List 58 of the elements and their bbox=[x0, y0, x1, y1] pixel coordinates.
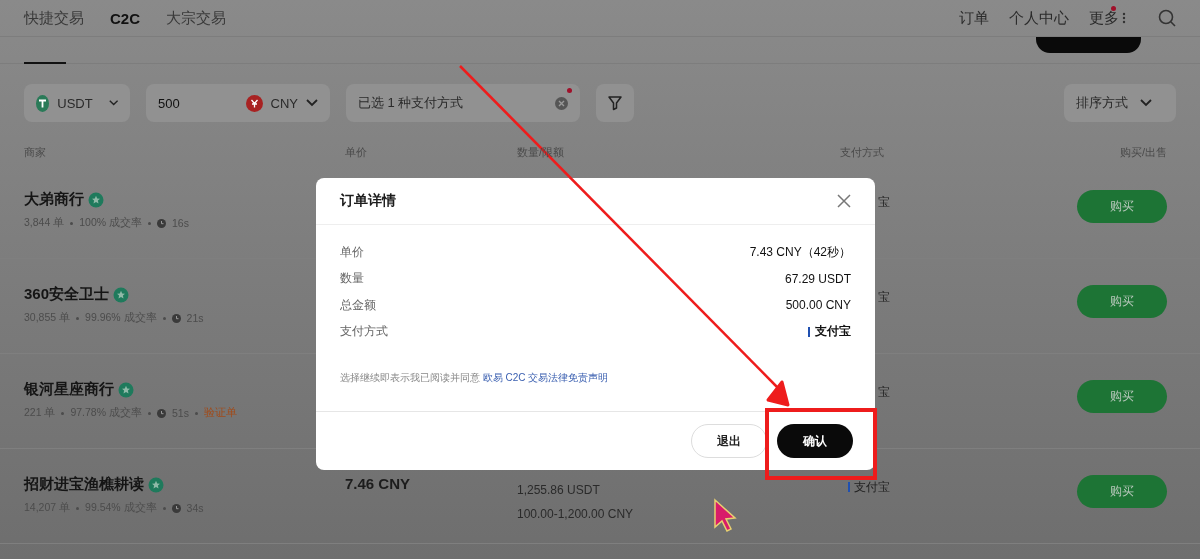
cursor-icon bbox=[713, 498, 737, 532]
dialog-title: 订单详情 bbox=[340, 192, 396, 210]
limit: 100.00-1,200.00 CNY bbox=[517, 507, 635, 521]
fiat-dropdown[interactable]: CNY bbox=[270, 95, 318, 111]
buy-button[interactable]: 购买 bbox=[1077, 285, 1167, 318]
crypto-dropdown[interactable]: USDT bbox=[24, 84, 130, 122]
chevron-down-icon bbox=[108, 99, 118, 107]
nav-link[interactable]: 个人中心 bbox=[1009, 8, 1069, 28]
merchant-name[interactable]: 招财进宝渔樵耕读 bbox=[24, 475, 144, 494]
field-label: 支付方式 bbox=[340, 323, 388, 341]
nav-tab[interactable]: C2C bbox=[110, 9, 140, 27]
confirm-button[interactable]: 确认 bbox=[777, 424, 853, 458]
action-button[interactable] bbox=[1036, 37, 1141, 53]
field-value: 67.29 USDT bbox=[784, 271, 851, 286]
field-value: 7.43 CNY（42秒） bbox=[749, 243, 851, 261]
unit-price: 7.46 CNY bbox=[345, 474, 411, 492]
quantity: 1,255.86 USDT bbox=[517, 483, 601, 497]
disclaimer-text: 选择继续即表示我已阅读并同意 欧易 C2C 交易法律免责声明 bbox=[340, 372, 609, 383]
nav-link[interactable]: 订单 bbox=[959, 8, 989, 28]
chevron-down-icon bbox=[1140, 99, 1152, 107]
chevron-down-icon bbox=[306, 99, 318, 107]
payment-method: 宝 bbox=[878, 193, 890, 211]
filter-button[interactable] bbox=[596, 84, 634, 122]
nav-tab[interactable]: 快捷交易 bbox=[24, 8, 84, 28]
payment-method: 宝 bbox=[878, 288, 890, 306]
field-label: 单价 bbox=[340, 243, 364, 261]
field-value: 500.00 CNY bbox=[785, 298, 851, 313]
merchant-name[interactable]: 大弟商行 bbox=[24, 190, 84, 209]
buy-button[interactable]: 购买 bbox=[1077, 475, 1167, 508]
tab-indicator bbox=[24, 62, 66, 64]
sort-dropdown[interactable]: 排序方式 bbox=[1064, 84, 1176, 122]
close-button[interactable] bbox=[837, 194, 851, 208]
payment-method: 宝 bbox=[878, 383, 890, 401]
payment-method: 支付宝 bbox=[854, 478, 890, 496]
field-label: 总金额 bbox=[340, 296, 376, 314]
buy-button[interactable]: 购买 bbox=[1077, 380, 1167, 413]
more-icon bbox=[1122, 12, 1126, 24]
clock-icon bbox=[171, 503, 181, 513]
merchant-name[interactable]: 360安全卫士 bbox=[24, 285, 110, 304]
tether-icon bbox=[36, 94, 50, 112]
amount-field[interactable]: 500 CNY bbox=[146, 84, 330, 122]
disclaimer-link[interactable]: 欧易 C2C 交易法律免责声明 bbox=[482, 372, 609, 383]
field-value: 支付宝 bbox=[815, 323, 851, 341]
payment-filter[interactable]: 已选 1 种支付方式 bbox=[346, 84, 580, 122]
yuan-icon bbox=[245, 94, 263, 112]
nav-tab[interactable]: 大宗交易 bbox=[166, 8, 226, 28]
exit-button[interactable]: 退出 bbox=[691, 424, 767, 458]
clock-icon bbox=[171, 313, 181, 323]
clock-icon bbox=[156, 408, 166, 418]
nav-link[interactable]: 更多 bbox=[1089, 8, 1126, 28]
clock-icon bbox=[157, 218, 166, 228]
field-label: 数量 bbox=[340, 270, 364, 288]
filter-icon bbox=[607, 95, 623, 111]
search-icon[interactable] bbox=[1158, 9, 1176, 27]
buy-button[interactable]: 购买 bbox=[1077, 190, 1167, 223]
verification-tag: 验证单 bbox=[203, 406, 237, 420]
merchant-name[interactable]: 银河星座商行 bbox=[24, 380, 114, 399]
clear-icon[interactable] bbox=[555, 96, 568, 110]
